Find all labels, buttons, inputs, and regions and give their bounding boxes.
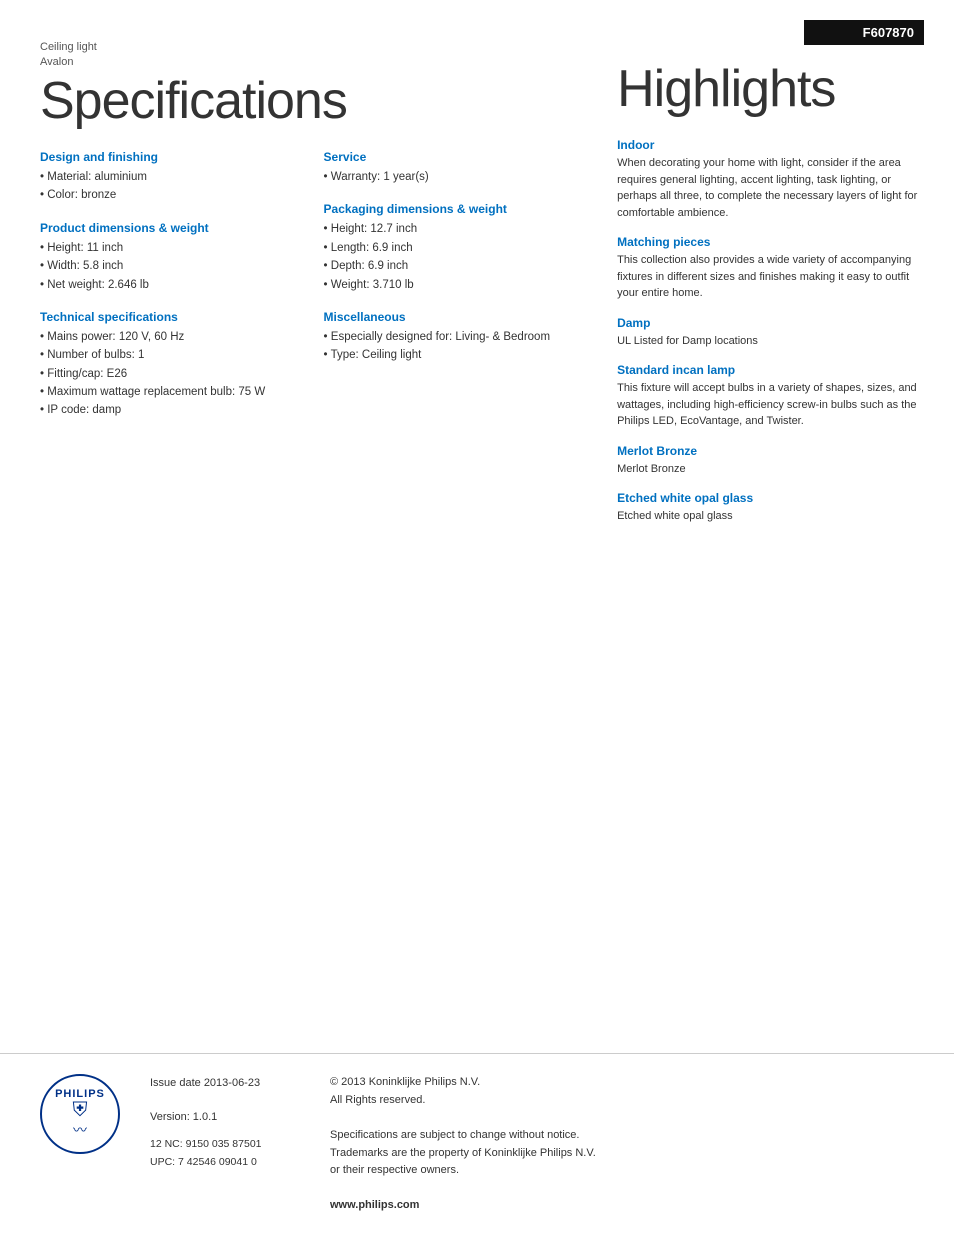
merlot-bronze-text: Merlot Bronze [617, 461, 924, 478]
highlight-damp: Damp UL Listed for Damp locations [617, 316, 924, 350]
logo-shield-icon: ⛨ [72, 1100, 87, 1120]
list-item: Maximum wattage replacement bulb: 75 W [40, 383, 294, 401]
etched-glass-text: Etched white opal glass [617, 508, 924, 525]
product-code-bar: F607870 [804, 20, 924, 45]
product-dimensions-list: Height: 11 inch Width: 5.8 inch Net weig… [40, 239, 294, 294]
technical-specs-list: Mains power: 120 V, 60 Hz Number of bulb… [40, 328, 294, 420]
damp-text: UL Listed for Damp locations [617, 333, 924, 350]
specs-col-left: Design and finishing Material: aluminium… [40, 150, 294, 436]
right-panel: F607870 Highlights Indoor When decoratin… [597, 20, 924, 1033]
specs-columns: Design and finishing Material: aluminium… [40, 150, 577, 436]
design-finishing-title: Design and finishing [40, 150, 294, 164]
list-item: IP code: damp [40, 401, 294, 419]
category-label: Ceiling light [40, 41, 97, 53]
list-item: Number of bulbs: 1 [40, 346, 294, 364]
list-item: Height: 12.7 inch [324, 220, 578, 238]
section-technical-specs: Technical specifications Mains power: 12… [40, 310, 294, 420]
copyright-text: © 2013 Koninklijke Philips N.V.All Right… [330, 1074, 914, 1109]
miscellaneous-title: Miscellaneous [324, 310, 578, 324]
page-wrapper: Ceiling light Avalon Specifications Desi… [0, 0, 954, 1235]
list-item: Material: aluminium [40, 168, 294, 186]
version-label: Version: 1.0.1 [150, 1108, 310, 1128]
footer-left: Issue date 2013-06-23 Version: 1.0.1 12 … [150, 1074, 310, 1215]
service-list: Warranty: 1 year(s) [324, 168, 578, 186]
highlight-indoor: Indoor When decorating your home with li… [617, 138, 924, 221]
service-title: Service [324, 150, 578, 164]
highlight-etched-white-opal-glass: Etched white opal glass Etched white opa… [617, 491, 924, 525]
list-item: Especially designed for: Living- & Bedro… [324, 328, 578, 346]
technical-specs-title: Technical specifications [40, 310, 294, 324]
list-item: Type: Ceiling light [324, 346, 578, 364]
list-item: Fitting/cap: E26 [40, 365, 294, 383]
packaging-dimensions-list: Height: 12.7 inch Length: 6.9 inch Depth… [324, 220, 578, 294]
section-packaging-dimensions: Packaging dimensions & weight Height: 12… [324, 202, 578, 294]
highlights-title: Highlights [617, 61, 924, 118]
page-title: Specifications [40, 73, 577, 130]
nc-upc: 12 NC: 9150 035 87501UPC: 7 42546 09041 … [150, 1136, 310, 1172]
section-design-finishing: Design and finishing Material: aluminium… [40, 150, 294, 205]
etched-glass-title: Etched white opal glass [617, 491, 924, 505]
design-finishing-list: Material: aluminium Color: bronze [40, 168, 294, 205]
highlight-merlot-bronze: Merlot Bronze Merlot Bronze [617, 444, 924, 478]
logo-wave-icon: 〰 [73, 1120, 87, 1140]
section-miscellaneous: Miscellaneous Especially designed for: L… [324, 310, 578, 365]
disclaimer-text: Specifications are subject to change wit… [330, 1127, 914, 1180]
left-panel: Ceiling light Avalon Specifications Desi… [40, 20, 597, 1033]
section-service: Service Warranty: 1 year(s) [324, 150, 578, 186]
standard-incan-lamp-title: Standard incan lamp [617, 363, 924, 377]
merlot-bronze-title: Merlot Bronze [617, 444, 924, 458]
philips-logo: PHILIPS ⛨ 〰 [40, 1074, 120, 1154]
indoor-text: When decorating your home with light, co… [617, 155, 924, 221]
list-item: Weight: 3.710 lb [324, 276, 578, 294]
specs-col-right: Service Warranty: 1 year(s) Packaging di… [324, 150, 578, 436]
philips-website: www.philips.com [330, 1197, 914, 1215]
list-item: Mains power: 120 V, 60 Hz [40, 328, 294, 346]
list-item: Length: 6.9 inch [324, 239, 578, 257]
list-item: Net weight: 2.646 lb [40, 276, 294, 294]
main-content: Ceiling light Avalon Specifications Desi… [0, 0, 954, 1053]
list-item: Depth: 6.9 inch [324, 257, 578, 275]
product-name-label: Avalon [40, 56, 73, 68]
list-item: Width: 5.8 inch [40, 257, 294, 275]
issue-date: Issue date 2013-06-23 [150, 1074, 310, 1094]
product-dimensions-title: Product dimensions & weight [40, 221, 294, 235]
highlight-standard-incan-lamp: Standard incan lamp This fixture will ac… [617, 363, 924, 430]
product-code-container: F607870 [617, 20, 924, 55]
footer-right: © 2013 Koninklijke Philips N.V.All Right… [330, 1074, 914, 1215]
list-item: Color: bronze [40, 186, 294, 204]
miscellaneous-list: Especially designed for: Living- & Bedro… [324, 328, 578, 365]
breadcrumb: Ceiling light Avalon [40, 40, 577, 71]
logo-inner: PHILIPS ⛨ 〰 [55, 1088, 105, 1140]
highlight-matching-pieces: Matching pieces This collection also pro… [617, 235, 924, 302]
matching-pieces-text: This collection also provides a wide var… [617, 252, 924, 302]
list-item: Height: 11 inch [40, 239, 294, 257]
list-item: Warranty: 1 year(s) [324, 168, 578, 186]
indoor-title: Indoor [617, 138, 924, 152]
footer: PHILIPS ⛨ 〰 Issue date 2013-06-23 Versio… [0, 1053, 954, 1235]
damp-title: Damp [617, 316, 924, 330]
packaging-dimensions-title: Packaging dimensions & weight [324, 202, 578, 216]
footer-meta: Issue date 2013-06-23 Version: 1.0.1 12 … [150, 1074, 914, 1215]
section-product-dimensions: Product dimensions & weight Height: 11 i… [40, 221, 294, 294]
matching-pieces-title: Matching pieces [617, 235, 924, 249]
standard-incan-lamp-text: This fixture will accept bulbs in a vari… [617, 380, 924, 430]
